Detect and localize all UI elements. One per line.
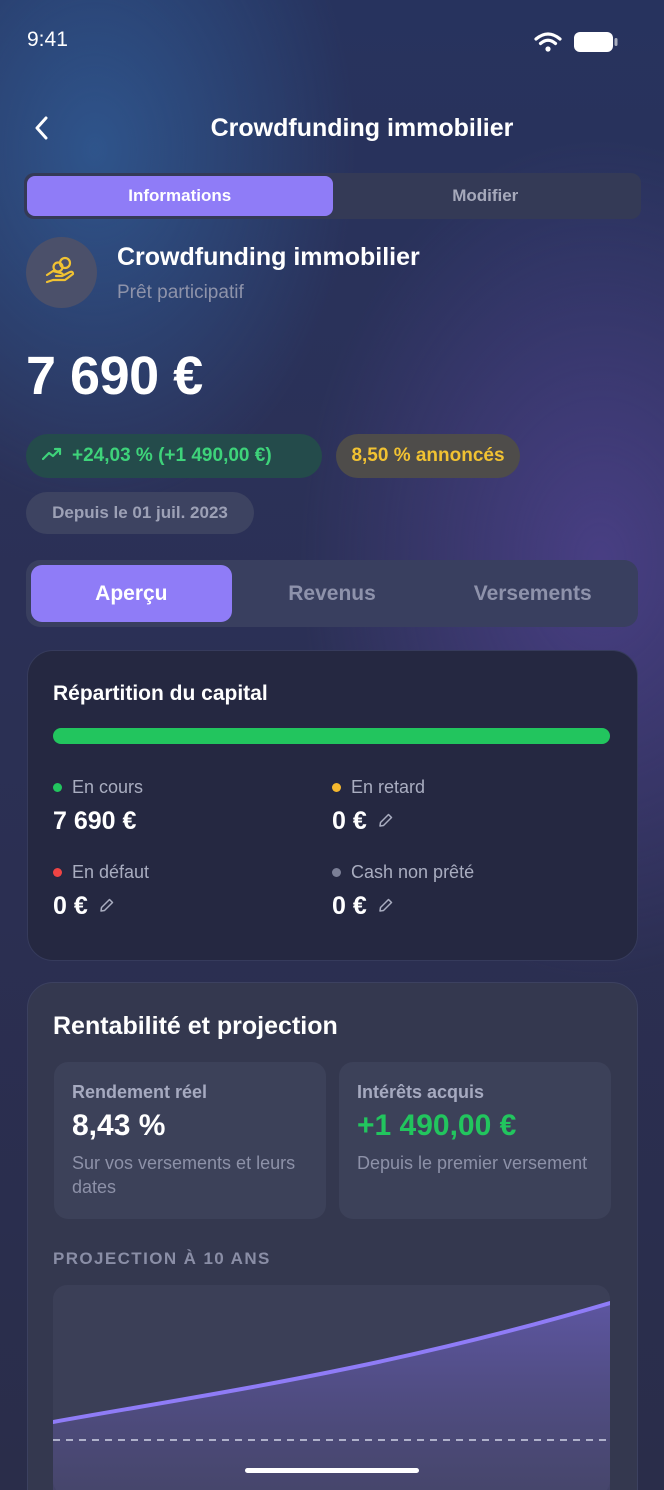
home-indicator xyxy=(245,1468,419,1473)
interets-label: Intérêts acquis xyxy=(357,1082,485,1102)
capital-title: Répartition du capital xyxy=(53,682,268,705)
rendement-desc: Sur vos versements et leurs dates xyxy=(72,1153,296,1197)
red-dot-icon xyxy=(53,868,62,877)
value-text: 7 690 € xyxy=(53,807,137,835)
value-cash-non-prete: 0 € xyxy=(332,892,394,921)
rendement-box: Rendement réel 8,43 % Sur vos versements… xyxy=(54,1062,326,1219)
page-title: Crowdfunding immobilier xyxy=(210,114,514,142)
top-segmented-control: Informations Modifier xyxy=(24,173,641,219)
asset-avatar xyxy=(26,237,97,308)
content-tabs: Aperçu Revenus Versements xyxy=(26,560,638,627)
asset-type: Prêt participatif xyxy=(117,282,244,303)
trending-up-icon xyxy=(41,445,62,467)
tab-revenus[interactable]: Revenus xyxy=(232,565,433,622)
tab-informations[interactable]: Informations xyxy=(27,176,333,216)
legend-label: Cash non prêté xyxy=(351,862,475,882)
yellow-dot-icon xyxy=(332,783,341,792)
value-text: 0 € xyxy=(332,892,367,920)
hand-coins-icon xyxy=(45,255,79,290)
projection-chart xyxy=(53,1285,610,1490)
legend-en-retard: En retard xyxy=(332,777,425,798)
legend-en-defaut: En défaut xyxy=(53,862,149,883)
wifi-icon xyxy=(534,32,562,57)
value-text: 0 € xyxy=(332,807,367,835)
value-text: 0 € xyxy=(53,892,88,920)
announced-rate-badge: 8,50 % annoncés xyxy=(336,434,520,478)
interets-value: +1 490,00 € xyxy=(357,1109,517,1142)
legend-cash-non-prete: Cash non prêté xyxy=(332,862,474,883)
tab-versements[interactable]: Versements xyxy=(432,565,633,622)
status-time: 9:41 xyxy=(27,28,68,51)
gray-dot-icon xyxy=(332,868,341,877)
tab-modifier[interactable]: Modifier xyxy=(333,176,639,216)
pencil-icon[interactable] xyxy=(98,892,115,921)
asset-name: Crowdfunding immobilier xyxy=(117,243,420,271)
asset-amount: 7 690 € xyxy=(26,346,203,406)
tab-apercu[interactable]: Aperçu xyxy=(31,565,232,622)
performance-badge: +24,03 % (+1 490,00 €) xyxy=(26,434,322,478)
legend-label: En retard xyxy=(351,777,426,797)
rentabilite-title: Rentabilité et projection xyxy=(53,1012,338,1040)
rendement-label: Rendement réel xyxy=(72,1082,208,1102)
legend-label: En défaut xyxy=(72,862,150,882)
value-en-cours: 7 690 € xyxy=(53,807,136,836)
legend-label: En cours xyxy=(72,777,144,797)
legend-en-cours: En cours xyxy=(53,777,143,798)
rendement-value: 8,43 % xyxy=(72,1109,166,1142)
pencil-icon[interactable] xyxy=(377,892,394,921)
since-date-badge: Depuis le 01 juil. 2023 xyxy=(26,492,254,534)
value-en-retard: 0 € xyxy=(332,807,394,836)
pencil-icon[interactable] xyxy=(377,807,394,836)
capital-progress-bar xyxy=(53,728,610,744)
value-en-defaut: 0 € xyxy=(53,892,115,921)
green-dot-icon xyxy=(53,783,62,792)
interets-box: Intérêts acquis +1 490,00 € Depuis le pr… xyxy=(339,1062,611,1219)
battery-icon xyxy=(574,31,618,58)
projection-label: PROJECTION À 10 ANS xyxy=(53,1249,271,1268)
status-icons xyxy=(534,31,618,58)
performance-value: +24,03 % (+1 490,00 €) xyxy=(72,445,272,466)
interets-desc: Depuis le premier versement xyxy=(357,1153,588,1173)
